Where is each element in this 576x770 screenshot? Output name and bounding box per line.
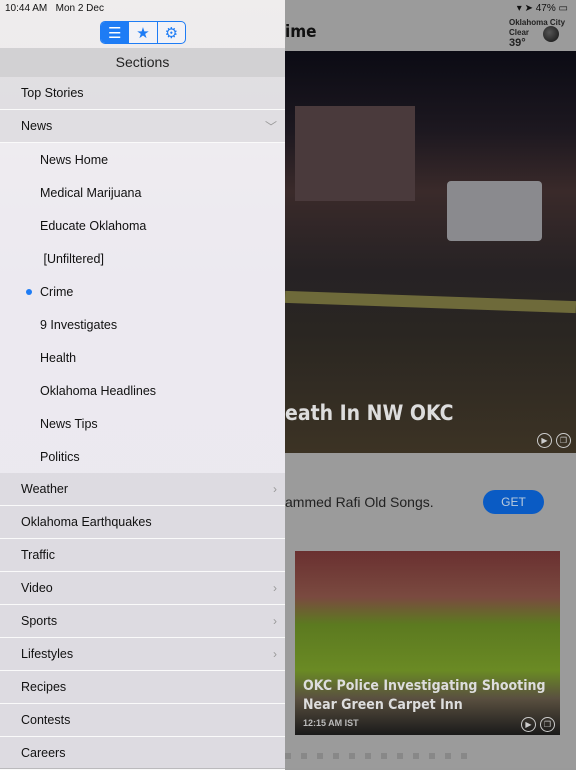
section-label: News Tips [40, 416, 98, 431]
status-bar-left: 10:44 AM Mon 2 Dec [5, 3, 104, 14]
section-label: 9 Investigates [40, 317, 118, 332]
section-item[interactable]: Contests [0, 704, 285, 737]
section-item[interactable]: Top Stories [0, 77, 285, 110]
section-label: Contests [21, 713, 71, 727]
chevron-down-icon: ﹀ [264, 119, 277, 134]
main-content: ▾ ➤ 47% ▭ ime Oklahoma City Clear 39° ea… [284, 0, 576, 768]
section-label: Medical Marijuana [40, 185, 142, 200]
gallery-icon: ❐ [540, 717, 555, 732]
section-label: Politics [40, 449, 80, 464]
video-icon: ▶ [521, 717, 536, 732]
section-label: [Unfiltered] [40, 251, 104, 266]
hero-story[interactable]: eath In NW OKC ▶ ❐ [284, 51, 576, 453]
battery-level: 47% [535, 3, 556, 14]
section-item[interactable]: Weather › [0, 473, 285, 506]
menu-mode-control[interactable]: ☰ ★ ⚙ [100, 21, 186, 44]
sections-menu: 10:44 AM Mon 2 Dec ☰ ★ ⚙ Sections Top Stor… [0, 0, 285, 770]
section-label: Sports [21, 614, 58, 628]
section-label: Weather [21, 482, 69, 496]
hero-title: eath In NW OKC [285, 401, 454, 425]
list-icon: ☰ [107, 24, 122, 42]
chevron-right-icon: › [273, 647, 277, 661]
section-item[interactable]: News ﹀ [0, 110, 285, 143]
section-item[interactable]: Health [0, 341, 285, 374]
section-label: Traffic [21, 548, 56, 562]
section-label: Health [40, 350, 77, 365]
hero-image-road [284, 290, 576, 314]
hero-image-van [447, 181, 542, 241]
section-label: Recipes [21, 680, 67, 694]
video-icon: ▶ [537, 433, 552, 448]
star-tab[interactable]: ★ [129, 22, 158, 43]
selected-indicator [26, 289, 32, 295]
sections-header: Sections [0, 48, 285, 77]
card-time: 12:15 AM IST [303, 718, 359, 728]
section-item[interactable]: Lifestyles › [0, 638, 285, 671]
chevron-right-icon: › [273, 614, 277, 628]
section-item[interactable]: Video › [0, 572, 285, 605]
section-item[interactable]: Crime [0, 275, 285, 308]
section-label: News Home [40, 152, 109, 167]
gallery-icon: ❐ [556, 433, 571, 448]
section-item[interactable]: News Tips [0, 407, 285, 440]
page-title: ime [285, 22, 317, 42]
ad-text: ammed Rafi Old Songs. [285, 494, 434, 510]
section-label: Oklahoma Headlines [40, 383, 157, 398]
section-item[interactable]: Oklahoma Headlines [0, 374, 285, 407]
section-item[interactable]: Sports › [0, 605, 285, 638]
section-item[interactable]: [Unfiltered] [0, 242, 285, 275]
section-label: Lifestyles [21, 647, 74, 661]
star-icon: ★ [136, 24, 150, 42]
section-label: News [21, 119, 53, 133]
section-label: Video [21, 581, 53, 595]
section-label: Oklahoma Earthquakes [21, 515, 152, 529]
chevron-right-icon: › [273, 581, 277, 595]
section-item[interactable]: Careers [0, 737, 285, 770]
section-item[interactable]: Oklahoma Earthquakes [0, 506, 285, 539]
card-title: OKC Police Investigating Shooting Near Gr… [303, 678, 546, 713]
section-item[interactable]: Medical Marijuana [0, 176, 285, 209]
hero-image-building [295, 106, 415, 201]
list-tab[interactable]: ☰ [101, 22, 130, 43]
section-item[interactable]: Politics [0, 440, 285, 473]
section-label: Careers [21, 746, 66, 760]
gear-icon: ⚙ [164, 24, 179, 42]
weather-city: Oklahoma City [509, 18, 566, 27]
section-item[interactable]: Traffic [0, 539, 285, 572]
gear-tab[interactable]: ⚙ [158, 22, 185, 43]
section-item[interactable]: 9 Investigates [0, 308, 285, 341]
section-label: Crime [40, 284, 74, 299]
story-card[interactable]: OKC Police Investigating Shooting Near Gr… [295, 551, 560, 735]
section-label: Educate Oklahoma [40, 218, 147, 233]
sections-list: Top Stories News ﹀ News Home Medical Marijua… [0, 77, 285, 770]
section-item[interactable]: News Home [0, 143, 285, 176]
section-item[interactable]: Recipes [0, 671, 285, 704]
moon-icon [543, 26, 559, 42]
chevron-right-icon: › [273, 482, 277, 496]
page-indicator[interactable] [285, 753, 467, 759]
section-item[interactable]: Educate Oklahoma [0, 209, 285, 242]
section-label: Top Stories [21, 86, 84, 100]
get-button[interactable]: GET [483, 490, 544, 514]
status-bar-right: ▾ ➤ 47% ▭ [516, 3, 568, 14]
